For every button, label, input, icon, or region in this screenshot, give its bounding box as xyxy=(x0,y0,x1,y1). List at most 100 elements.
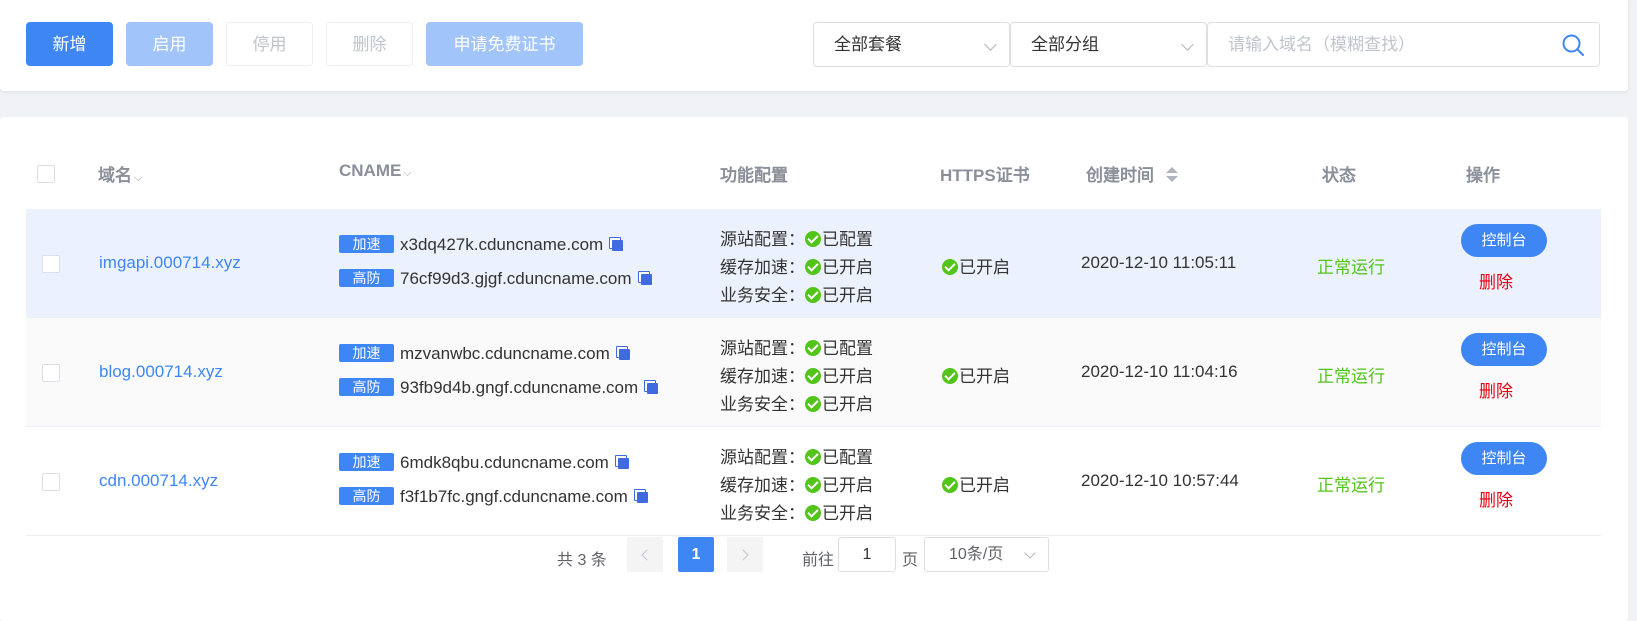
header-https: HTTPS证书 xyxy=(940,166,1030,185)
created-time: 2020-12-10 10:57:44 xyxy=(1081,471,1239,490)
row-checkbox[interactable] xyxy=(42,364,60,382)
disable-button[interactable]: 停用 xyxy=(226,22,313,66)
cname-accel: 加速 6mdk8qbu.cduncname.com xyxy=(339,453,629,473)
cname-ddos-value: 76cf99d3.gjgf.cduncname.com xyxy=(400,269,632,288)
feature-value: 已开启 xyxy=(822,476,873,495)
domain-table: 域名 ⌵ CNAME ⌵ 功能配置 HTTPS证书 创建时间 状态 操作 imgap… xyxy=(0,117,1628,621)
page-size-value: 10条/页 xyxy=(949,546,1004,563)
cname-accel: 加速 x3dq427k.cduncname.com xyxy=(339,235,624,255)
check-circle-icon xyxy=(805,368,821,384)
copy-icon[interactable] xyxy=(614,455,629,469)
goto-suffix: 页 xyxy=(902,552,919,569)
chevron-down-icon: ⌵ xyxy=(134,172,143,184)
feature-label: 缓存加速： xyxy=(720,367,805,386)
check-circle-icon xyxy=(805,231,821,247)
domain-link[interactable]: imgapi.000714.xyz xyxy=(99,253,241,273)
console-button[interactable]: 控制台 xyxy=(1461,442,1547,475)
header-features: 功能配置 xyxy=(720,166,788,185)
header-cname[interactable]: CNAME ⌵ xyxy=(339,161,412,181)
copy-icon[interactable] xyxy=(637,271,652,285)
check-circle-icon xyxy=(942,259,958,275)
feature-label: 源站配置： xyxy=(720,230,805,249)
cname-ddos-value: f3f1b7fc.gngf.cduncname.com xyxy=(400,487,628,506)
page-button-current[interactable]: 1 xyxy=(678,537,714,572)
toolbar: 新增 启用 停用 删除 申请免费证书 全部套餐 全部分组 xyxy=(0,0,1628,91)
domain-link[interactable]: blog.000714.xyz xyxy=(99,362,223,382)
feature-cache: 缓存加速： 已开启 xyxy=(720,362,873,387)
ddos-tag: 高防 xyxy=(339,269,394,287)
header-created[interactable]: 创建时间 xyxy=(1086,161,1178,186)
check-circle-icon xyxy=(805,477,821,493)
check-circle-icon xyxy=(805,340,821,356)
delete-link[interactable]: 删除 xyxy=(1479,268,1513,293)
table-row: cdn.000714.xyz 加速 6mdk8qbu.cduncname.com … xyxy=(26,427,1601,536)
copy-icon[interactable] xyxy=(633,489,648,503)
https-value: 已开启 xyxy=(959,476,1010,495)
feature-label: 缓存加速： xyxy=(720,258,805,277)
row-checkbox[interactable] xyxy=(42,255,60,273)
header-status: 状态 xyxy=(1322,166,1356,185)
check-circle-icon xyxy=(805,259,821,275)
ddos-tag: 高防 xyxy=(339,378,394,396)
check-circle-icon xyxy=(805,449,821,465)
https-status: 已开启 xyxy=(942,362,1010,387)
feature-security: 业务安全： 已开启 xyxy=(720,281,873,306)
goto-page-input[interactable]: 1 xyxy=(838,537,896,572)
feature-cache: 缓存加速： 已开启 xyxy=(720,253,873,278)
search-icon[interactable] xyxy=(1561,33,1585,57)
apply-free-cert-button[interactable]: 申请免费证书 xyxy=(426,22,583,66)
feature-value: 已开启 xyxy=(822,504,873,523)
copy-icon[interactable] xyxy=(615,346,630,360)
feature-value: 已开启 xyxy=(822,395,873,414)
https-value: 已开启 xyxy=(959,367,1010,386)
feature-value: 已配置 xyxy=(822,230,873,249)
https-status: 已开启 xyxy=(942,471,1010,496)
delete-button[interactable]: 删除 xyxy=(326,22,413,66)
feature-security: 业务安全： 已开启 xyxy=(720,390,873,415)
cname-ddos: 高防 93fb9d4b.gngf.cduncname.com xyxy=(339,378,659,398)
created-time: 2020-12-10 11:04:16 xyxy=(1081,362,1238,381)
prev-page-button[interactable] xyxy=(627,537,663,572)
header-created-label: 创建时间 xyxy=(1086,166,1154,185)
sort-icon[interactable] xyxy=(1166,167,1178,183)
status-text: 正常运行 xyxy=(1317,367,1385,386)
feature-value: 已开启 xyxy=(822,258,873,277)
select-all-checkbox[interactable] xyxy=(37,165,55,183)
feature-origin: 源站配置： 已配置 xyxy=(720,225,873,250)
check-circle-icon xyxy=(942,477,958,493)
accel-tag: 加速 xyxy=(339,453,394,471)
goto-prefix: 前往 xyxy=(802,552,835,569)
created-time: 2020-12-10 11:05:11 xyxy=(1081,253,1237,272)
delete-link[interactable]: 删除 xyxy=(1479,377,1513,402)
package-filter-select[interactable]: 全部套餐 xyxy=(813,22,1010,67)
copy-icon[interactable] xyxy=(644,380,659,394)
group-filter-value: 全部分组 xyxy=(1031,35,1099,54)
group-filter-select[interactable]: 全部分组 xyxy=(1010,22,1207,67)
pagination: 共 3 条 1 前往 1 页 10条/页 xyxy=(0,535,1628,575)
next-page-button[interactable] xyxy=(727,537,763,572)
delete-link[interactable]: 删除 xyxy=(1479,486,1513,511)
console-button[interactable]: 控制台 xyxy=(1461,224,1547,257)
feature-label: 缓存加速： xyxy=(720,476,805,495)
header-cname-label: CNAME xyxy=(339,161,402,180)
chevron-down-icon xyxy=(1181,38,1194,51)
table-header: 域名 ⌵ CNAME ⌵ 功能配置 HTTPS证书 创建时间 状态 操作 xyxy=(26,117,1601,209)
header-domain[interactable]: 域名 ⌵ xyxy=(98,161,142,186)
chevron-down-icon xyxy=(984,38,997,51)
enable-button[interactable]: 启用 xyxy=(126,22,213,66)
add-button[interactable]: 新增 xyxy=(26,22,113,66)
copy-icon[interactable] xyxy=(609,237,624,251)
search-input[interactable] xyxy=(1228,23,1558,66)
status-text: 正常运行 xyxy=(1317,258,1385,277)
chevron-right-icon xyxy=(737,549,749,561)
cname-ddos-value: 93fb9d4b.gngf.cduncname.com xyxy=(400,378,639,397)
page-size-select[interactable]: 10条/页 xyxy=(924,537,1049,572)
cname-accel: 加速 mzvanwbc.cduncname.com xyxy=(339,344,630,364)
feature-label: 源站配置： xyxy=(720,339,805,358)
cname-accel-value: 6mdk8qbu.cduncname.com xyxy=(400,453,609,472)
domain-link[interactable]: cdn.000714.xyz xyxy=(99,471,218,491)
console-button[interactable]: 控制台 xyxy=(1461,333,1547,366)
check-circle-icon xyxy=(942,368,958,384)
table-row: blog.000714.xyz 加速 mzvanwbc.cduncname.com… xyxy=(26,318,1601,427)
row-checkbox[interactable] xyxy=(42,473,60,491)
